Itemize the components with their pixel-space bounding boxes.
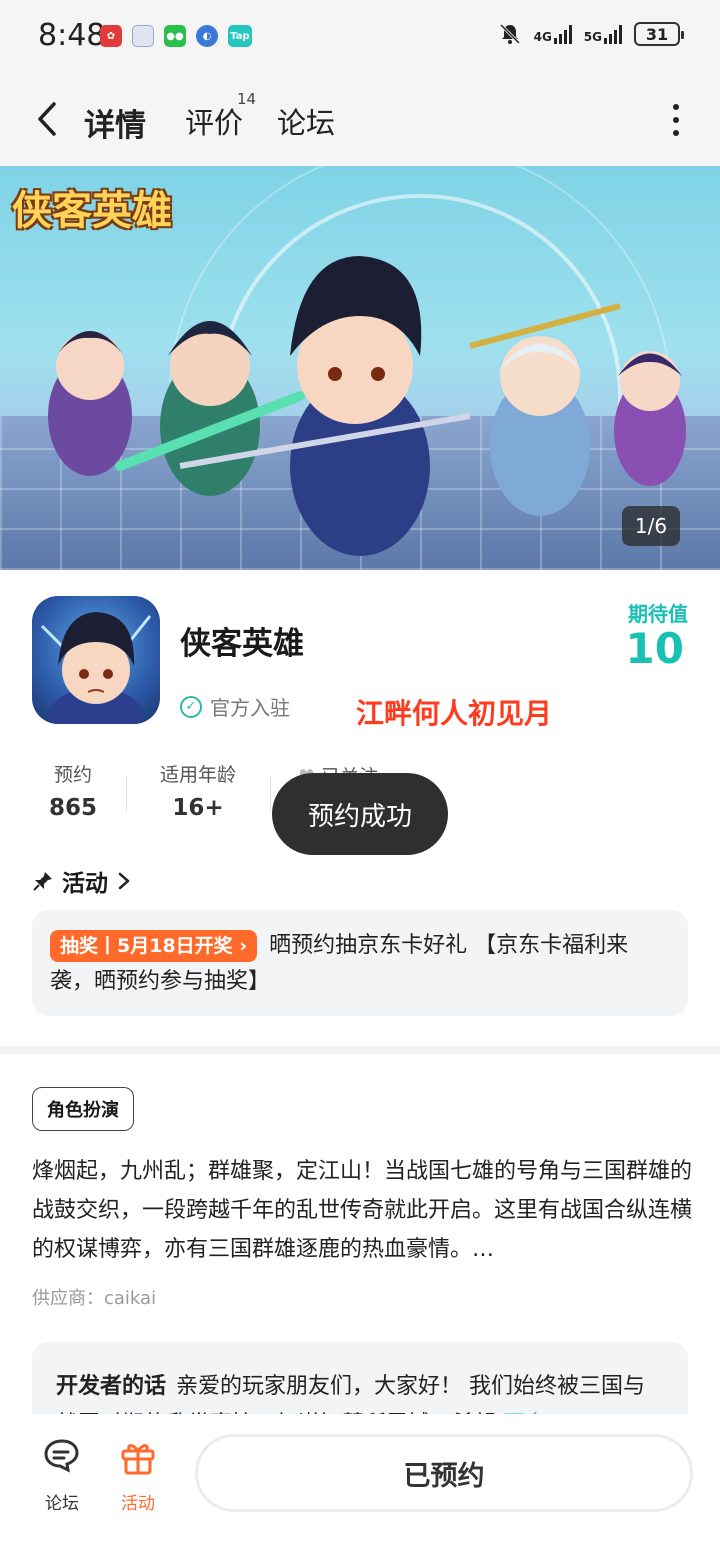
app-icon <box>32 596 160 724</box>
bottom-action-bar: 论坛 活动 已预约 <box>0 1414 720 1560</box>
tap-app-icon: Tap <box>228 25 252 47</box>
tab-forum-label: 论坛 <box>277 106 336 140</box>
toast-message: 预约成功 <box>272 773 448 855</box>
back-arrow-icon[interactable] <box>30 98 66 140</box>
official-badge: ✓ 官方入驻 <box>180 692 290 721</box>
expectation-label: 期待值 <box>628 602 688 626</box>
gift-icon <box>121 1444 155 1475</box>
more-menu-icon[interactable] <box>672 104 680 136</box>
expectation-value: 10 <box>625 624 684 673</box>
browser-app-icon: ◐ <box>196 25 218 47</box>
overlay-caption: 江畔何人初见月 <box>356 697 553 730</box>
tab-details-label: 详情 <box>84 108 146 144</box>
official-label: 官方入驻 <box>210 696 290 720</box>
status-indicators: 4G 5G 31 <box>498 22 684 46</box>
stat-divider <box>270 776 271 812</box>
stat-reservations: 预约 865 <box>32 760 114 821</box>
signal-5g-icon: 5G <box>584 24 622 44</box>
section-divider <box>0 1046 720 1054</box>
activity-label: 活动 <box>121 1494 155 1514</box>
tab-reviews[interactable]: 评价 14 <box>185 90 256 142</box>
tab-forum[interactable]: 论坛 <box>277 100 335 142</box>
activity-heading: 活动 <box>62 871 108 897</box>
reviews-count-badge: 14 <box>237 90 257 108</box>
signal-4g-icon: 4G <box>534 24 572 44</box>
stat-label: 预约 <box>53 764 92 786</box>
forum-chat-icon <box>44 1439 79 1473</box>
lottery-tag: 抽奖丨5月18日开奖 › <box>50 930 258 962</box>
stat-divider <box>126 776 127 812</box>
banner-page-counter: 1/6 <box>622 506 680 546</box>
check-circle-icon: ✓ <box>180 695 202 718</box>
app-icon-art <box>40 612 152 724</box>
stat-value: 16+ <box>172 795 224 821</box>
avatar-app-icon <box>132 25 154 47</box>
stat-age-rating: 适用年龄 16+ <box>150 760 246 821</box>
supplier-info: 供应商：caikai <box>32 1288 157 1309</box>
hero-banner-carousel[interactable]: 侠客英雄 1/6 <box>0 166 720 570</box>
genre-tag[interactable]: 角色扮演 <box>32 1087 134 1131</box>
bottom-forum-button[interactable]: 论坛 <box>32 1436 92 1514</box>
game-description[interactable]: 烽烟起，九州乱；群雄聚，定江山！当战国七雄的号角与三国群雄的战鼓交织，一段跨越千… <box>32 1152 692 1269</box>
mute-bell-icon <box>499 23 520 45</box>
stat-label: 适用年龄 <box>159 764 236 786</box>
battery-icon: 31 <box>634 22 684 46</box>
status-time: 8:48 <box>38 18 106 53</box>
bottom-activity-button[interactable]: 活动 <box>108 1436 168 1514</box>
pin-icon <box>33 872 52 891</box>
tab-details[interactable]: 详情 <box>80 100 150 145</box>
reserved-button[interactable]: 已预约 <box>195 1434 693 1512</box>
status-bar: 8:48 ✿ ●● ◐ Tap 4G 5G 31 <box>0 0 720 72</box>
banner-game-logo: 侠客英雄 <box>12 187 172 234</box>
top-nav: 详情 评价 14 论坛 <box>0 72 720 166</box>
activity-section-header[interactable]: 活动 <box>32 864 132 898</box>
status-app-icons: ✿ ●● ◐ Tap <box>100 25 252 47</box>
huawei-app-icon: ✿ <box>100 25 122 47</box>
tab-reviews-label: 评价 <box>185 106 244 140</box>
forum-label: 论坛 <box>45 1494 79 1514</box>
activity-card[interactable]: 抽奖丨5月18日开奖 › 晒预约抽京东卡好礼 【京东卡福利来袭，晒预约参与抽奖】 <box>32 910 688 1016</box>
chevron-right-icon <box>118 872 130 890</box>
developer-note-title: 开发者的话 <box>56 1374 167 1399</box>
wechat-app-icon: ●● <box>164 25 186 47</box>
stat-value: 865 <box>48 795 97 821</box>
app-title: 侠客英雄 <box>180 626 304 662</box>
